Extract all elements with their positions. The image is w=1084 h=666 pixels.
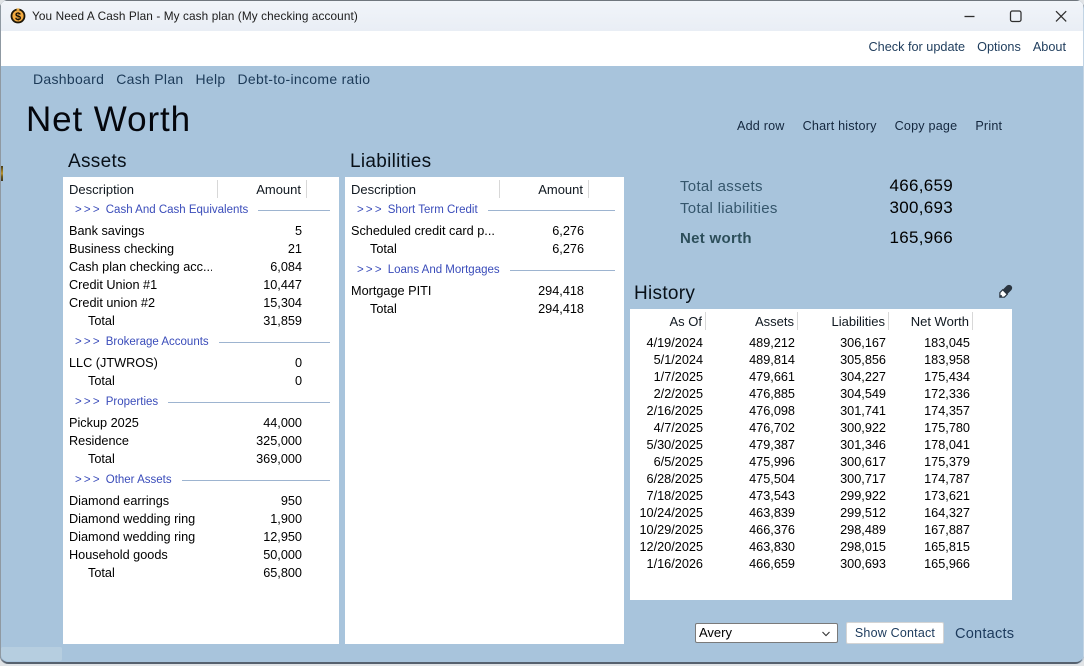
- svg-text:$: $: [15, 11, 21, 23]
